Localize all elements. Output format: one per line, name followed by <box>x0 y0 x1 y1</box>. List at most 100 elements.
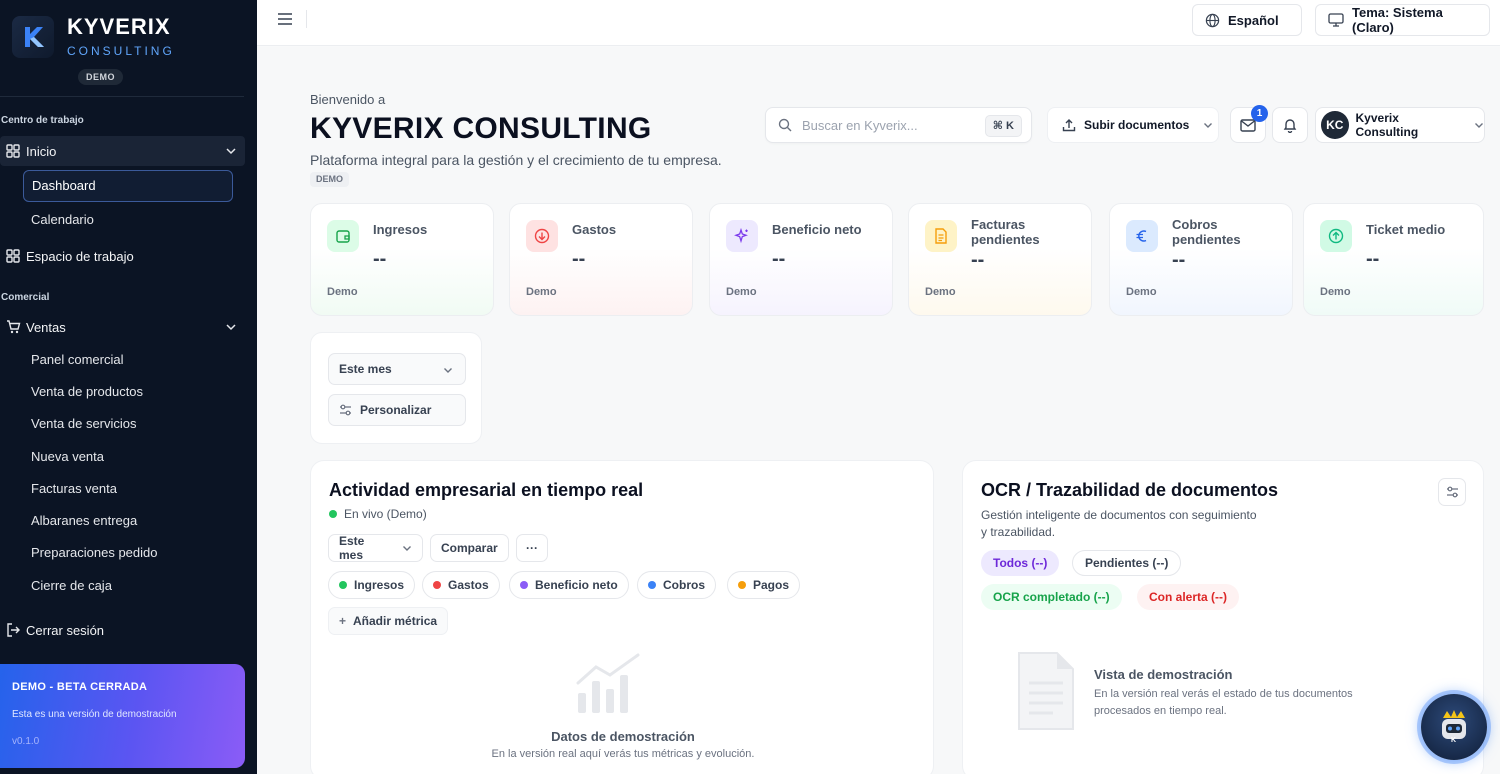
chevron-down-icon <box>443 365 453 375</box>
sidebar-item-espacio[interactable]: Espacio de trabajo <box>0 241 245 271</box>
kpi-card-beneficio[interactable]: Beneficio neto -- Demo <box>709 203 893 316</box>
metric-pill-gastos[interactable]: Gastos <box>422 571 500 599</box>
add-metric-button[interactable]: + Añadir métrica <box>328 607 449 635</box>
kpi-label: Cobros pendientes <box>1172 217 1241 247</box>
top-bar: Español Tema: Sistema (Claro) <box>257 0 1500 46</box>
metric-label: Gastos <box>448 578 489 592</box>
sidebar-item-albaranes[interactable]: Albaranes entrega <box>31 513 137 528</box>
kpi-card-facturas[interactable]: Facturas pendientes -- Demo <box>908 203 1092 316</box>
ocr-filter-pendientes[interactable]: Pendientes (--) <box>1072 550 1182 576</box>
live-label: En vivo (Demo) <box>344 507 427 521</box>
add-metric-label: Añadir métrica <box>353 614 438 628</box>
sidebar-item-venta-productos[interactable]: Venta de productos <box>31 384 143 399</box>
user-menu-button[interactable]: KC Kyverix Consulting <box>1315 107 1485 143</box>
euro-icon <box>1126 220 1158 252</box>
kpi-label: Facturas pendientes <box>971 217 1040 247</box>
grid-icon <box>0 249 26 263</box>
kpi-footer: Demo <box>726 286 757 298</box>
metric-pill-pagos[interactable]: Pagos <box>727 571 801 599</box>
logout-icon <box>0 623 26 637</box>
chart-placeholder-icon <box>576 653 642 715</box>
upload-documents-button[interactable]: Subir documentos <box>1047 107 1219 143</box>
kpi-footer: Demo <box>925 286 956 298</box>
sidebar-divider <box>0 96 244 97</box>
ocr-filter-todos[interactable]: Todos (--) <box>981 550 1060 576</box>
sidebar-item-dashboard[interactable]: Dashboard <box>23 170 233 202</box>
sidebar-item-label: Inicio <box>26 143 57 159</box>
metric-pill-beneficio[interactable]: Beneficio neto <box>509 571 629 599</box>
demo-card-description: Esta es una versión de demostración <box>12 709 177 720</box>
page-title: KYVERIX CONSULTING <box>310 112 652 145</box>
compare-label: Comparar <box>441 541 498 555</box>
page-subtitle: Plataforma integral para la gestión y el… <box>310 152 722 168</box>
sidebar-item-preparaciones[interactable]: Preparaciones pedido <box>31 545 157 560</box>
upload-icon <box>1062 118 1076 132</box>
demo-tag: DEMO <box>310 172 349 187</box>
brand-logo[interactable] <box>12 16 54 58</box>
kpi-card-ingresos[interactable]: Ingresos -- Demo <box>310 203 494 316</box>
ocr-empty-line: procesados en tiempo real. <box>1094 705 1227 717</box>
cart-icon <box>0 320 26 334</box>
kpi-footer: Demo <box>526 286 557 298</box>
search-shortcut: ⌘ K <box>984 115 1022 137</box>
ocr-title: OCR / Trazabilidad de documentos <box>981 480 1279 500</box>
logout-button[interactable]: Cerrar sesión <box>0 615 245 645</box>
customize-button[interactable]: Personalizar <box>328 394 466 426</box>
theme-button[interactable]: Tema: Sistema (Claro) <box>1315 4 1490 36</box>
ocr-filter-alerta[interactable]: Con alerta (--) <box>1137 584 1239 610</box>
customize-label: Personalizar <box>360 403 432 417</box>
metric-label: Cobros <box>663 578 705 592</box>
kpi-label: Gastos <box>572 222 617 237</box>
chevron-down-icon <box>402 543 412 553</box>
search-input[interactable] <box>802 117 972 133</box>
monitor-icon <box>1328 13 1344 27</box>
notifications-button[interactable] <box>1272 107 1308 143</box>
upload-label: Subir documentos <box>1084 118 1190 132</box>
sidebar-item-label: Espacio de trabajo <box>26 248 134 264</box>
user-name: Kyverix Consulting <box>1355 111 1419 139</box>
sidebar: KYVERIX CONSULTING DEMO Centro de trabaj… <box>0 0 257 774</box>
sidebar-item-venta-servicios[interactable]: Venta de servicios <box>31 416 137 431</box>
kpi-card-ticket[interactable]: Ticket medio -- Demo <box>1303 203 1484 316</box>
kpi-card-gastos[interactable]: Gastos -- Demo <box>509 203 693 316</box>
ocr-empty-line: En la versión real verás el estado de tu… <box>1094 688 1353 700</box>
kpi-value: -- <box>971 249 985 271</box>
sidebar-item-cierre-caja[interactable]: Cierre de caja <box>31 578 112 593</box>
search-box[interactable]: ⌘ K <box>765 107 1032 143</box>
assistant-button[interactable]: K <box>1421 694 1487 760</box>
plus-icon: + <box>339 614 347 628</box>
kpi-value: -- <box>1172 249 1186 271</box>
sidebar-item-facturas-venta[interactable]: Facturas venta <box>31 481 117 496</box>
metric-pill-cobros[interactable]: Cobros <box>637 571 716 599</box>
globe-icon <box>1205 13 1220 28</box>
period-select[interactable]: Este mes <box>328 353 466 385</box>
ocr-filter-completado[interactable]: OCR completado (--) <box>981 584 1122 610</box>
language-button[interactable]: Español <box>1192 4 1302 36</box>
k-logo-icon <box>25 27 44 47</box>
activity-period-select[interactable]: Este mes <box>328 534 423 562</box>
menu-toggle-button[interactable] <box>278 13 292 25</box>
metric-pill-ingresos[interactable]: Ingresos <box>328 571 416 599</box>
compare-button[interactable]: Comparar <box>430 534 509 562</box>
metric-dot <box>433 581 441 589</box>
sidebar-item-panel-comercial[interactable]: Panel comercial <box>31 352 124 367</box>
welcome-text: Bienvenido a <box>310 92 386 107</box>
more-icon: ··· <box>526 541 538 555</box>
sidebar-item-inicio[interactable]: Inicio <box>0 136 245 166</box>
kpi-footer: Demo <box>327 286 358 298</box>
arrow-down-circle-icon <box>526 220 558 252</box>
sparkles-icon <box>726 220 758 252</box>
kpi-label: Ticket medio <box>1366 222 1446 237</box>
metric-dot <box>339 581 347 589</box>
language-label: Español <box>1228 12 1279 28</box>
kpi-value: -- <box>572 248 586 270</box>
ocr-settings-button[interactable] <box>1438 478 1466 506</box>
kpi-card-cobros[interactable]: Cobros pendientes -- Demo <box>1109 203 1293 316</box>
more-options-button[interactable]: ··· <box>516 534 548 562</box>
sidebar-item-nueva-venta[interactable]: Nueva venta <box>31 449 104 464</box>
brand-subtitle: CONSULTING <box>67 44 175 58</box>
demo-card-version: v0.1.0 <box>12 736 40 747</box>
metric-dot <box>738 581 746 589</box>
sidebar-item-ventas[interactable]: Ventas <box>0 312 245 342</box>
sidebar-item-calendario[interactable]: Calendario <box>31 212 94 227</box>
